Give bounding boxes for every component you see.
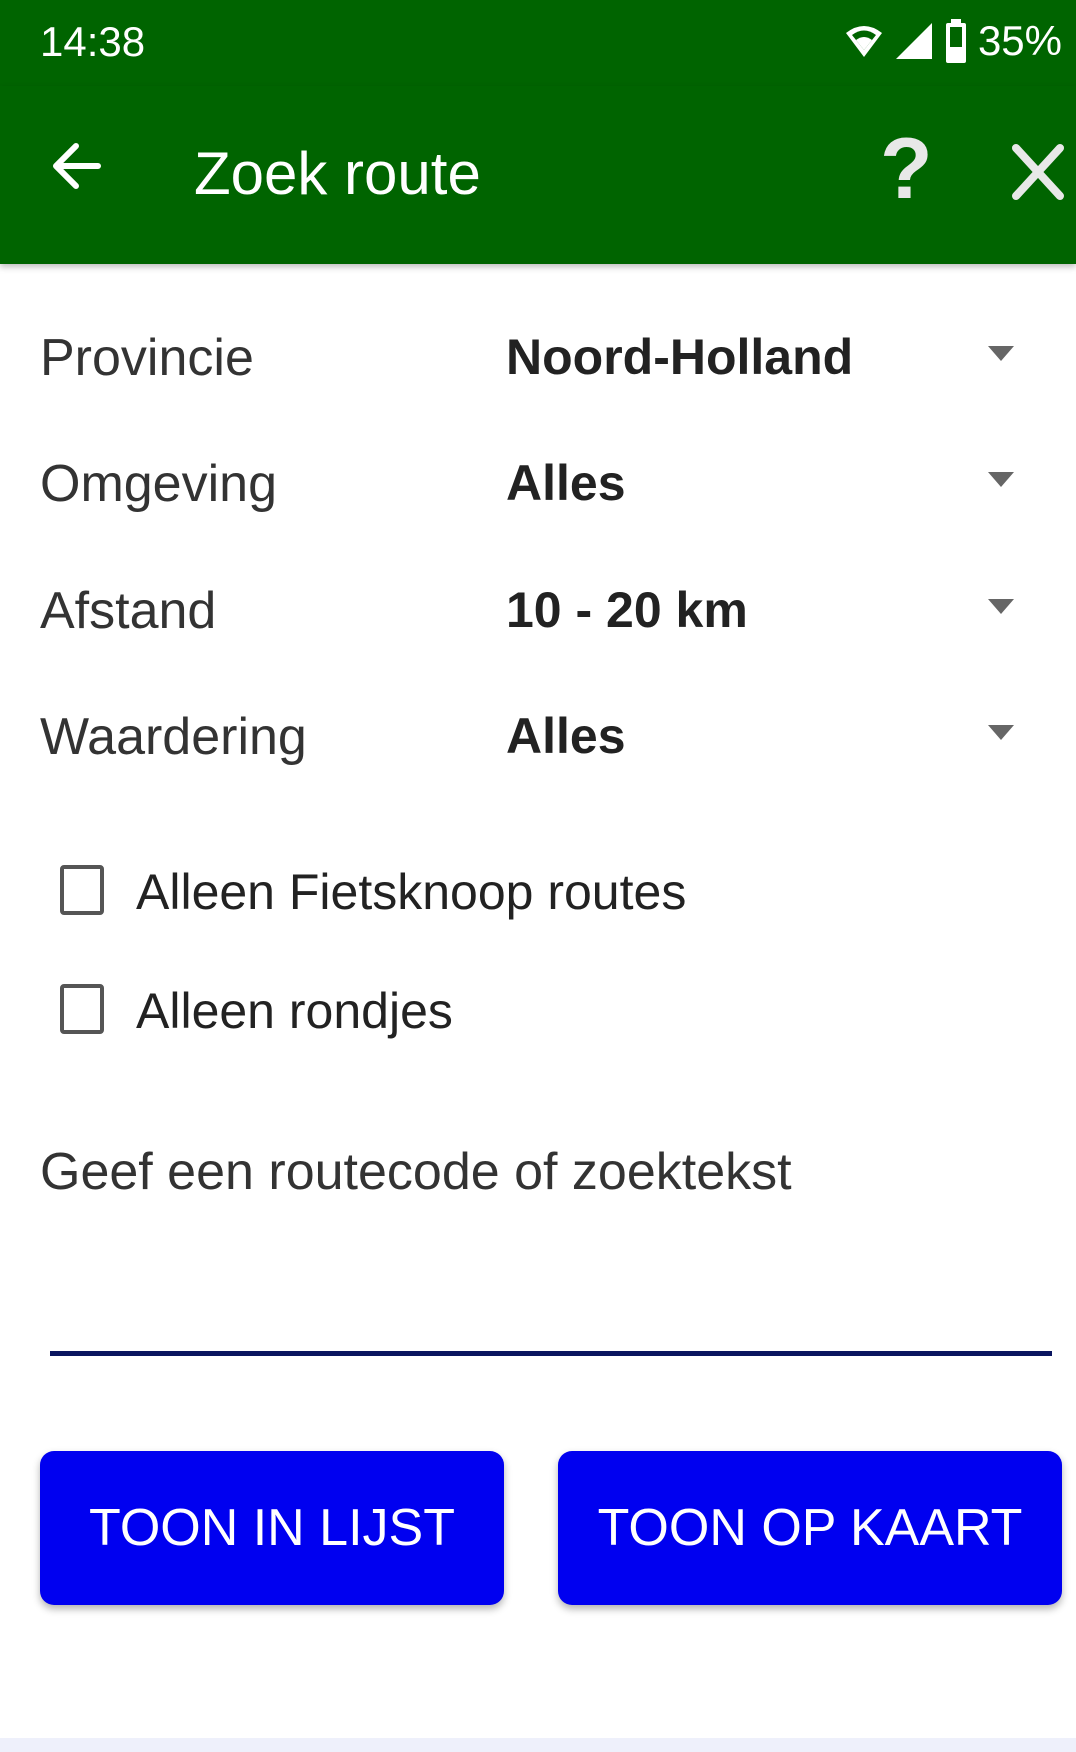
province-label: Provincie: [40, 329, 254, 387]
environment-value: Alles: [506, 455, 626, 511]
status-bar: 14:38 35%: [0, 0, 1076, 86]
battery-percentage: 35%: [977, 17, 1062, 64]
distance-label: Afstand: [40, 582, 217, 640]
back-arrow-icon[interactable]: [48, 138, 104, 194]
environment-select[interactable]: Alles: [506, 424, 1026, 534]
fietsknoop-checkbox-label: Alleen Fietsknoop routes: [136, 864, 687, 920]
dropdown-arrow-icon: [988, 346, 1014, 361]
distance-select[interactable]: 10 - 20 km: [506, 551, 1026, 661]
distance-value: 10 - 20 km: [506, 582, 748, 638]
page-title: Zoek route: [194, 140, 481, 207]
rating-value: Alles: [506, 708, 626, 764]
fietsknoop-checkbox-row[interactable]: Alleen Fietsknoop routes: [0, 843, 1076, 943]
dropdown-arrow-icon: [988, 599, 1014, 614]
show-on-map-button[interactable]: TOON OP KAART: [558, 1451, 1062, 1605]
search-label: Geef een routecode of zoektekst: [40, 1143, 792, 1201]
province-row: Provincie Noord-Holland: [0, 298, 1076, 408]
fietsknoop-checkbox[interactable]: [60, 865, 104, 915]
province-select[interactable]: Noord-Holland: [506, 298, 1026, 408]
search-input[interactable]: [50, 1230, 1052, 1356]
status-icons: 35%: [844, 16, 1062, 66]
close-icon[interactable]: [1012, 144, 1064, 200]
rondjes-checkbox-row[interactable]: Alleen rondjes: [0, 962, 1076, 1062]
environment-row: Omgeving Alles: [0, 424, 1076, 534]
rondjes-checkbox[interactable]: [60, 984, 104, 1034]
province-value: Noord-Holland: [506, 329, 854, 385]
signal-icon: [895, 23, 932, 59]
app-bar: Zoek route ?: [0, 86, 1076, 264]
dropdown-arrow-icon: [988, 725, 1014, 740]
battery-icon: [945, 19, 966, 63]
rating-row: Waardering Alles: [0, 677, 1076, 787]
status-time: 14:38: [40, 18, 146, 65]
rating-select[interactable]: Alles: [506, 677, 1026, 787]
environment-label: Omgeving: [40, 455, 277, 513]
bottom-divider: [0, 1738, 1076, 1752]
wifi-icon: [845, 26, 882, 57]
rondjes-checkbox-label: Alleen rondjes: [136, 983, 453, 1039]
dropdown-arrow-icon: [988, 472, 1014, 487]
rating-label: Waardering: [40, 708, 307, 766]
show-in-list-button[interactable]: TOON IN LIJST: [40, 1451, 504, 1605]
distance-row: Afstand 10 - 20 km: [0, 551, 1076, 661]
help-icon[interactable]: ?: [880, 126, 933, 212]
